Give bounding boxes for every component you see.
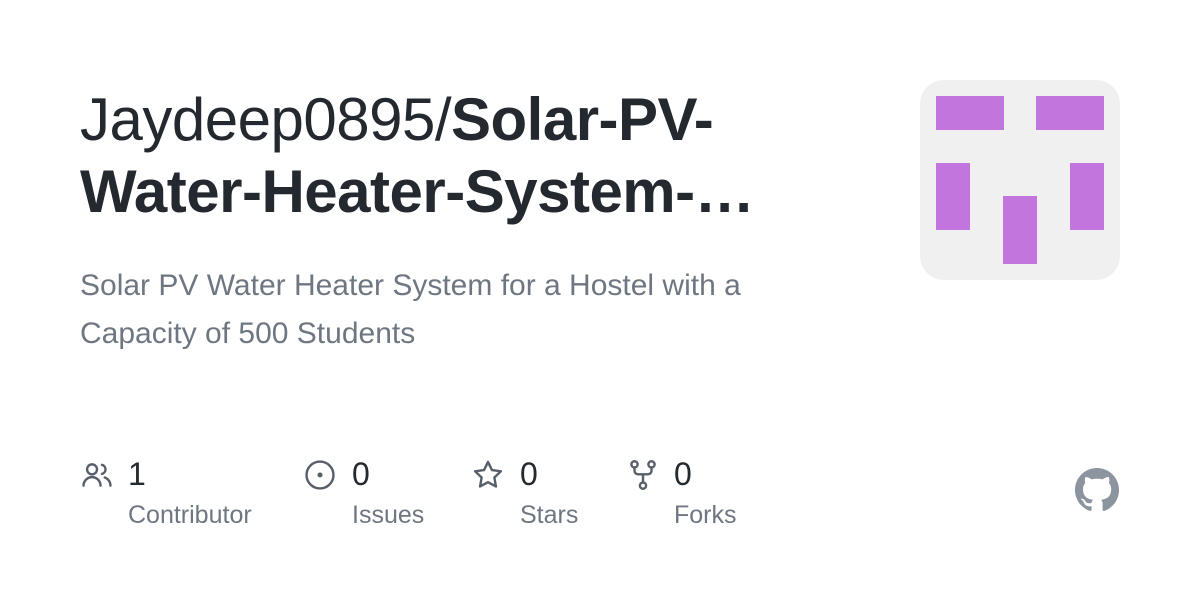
repo-title[interactable]: Jaydeep0895/Solar-PV-Water-Heater-System… xyxy=(80,84,840,228)
repo-description: Solar PV Water Heater System for a Hoste… xyxy=(80,269,741,350)
stars-label: Stars xyxy=(520,501,579,529)
people-icon xyxy=(80,458,114,492)
issues-label: Issues xyxy=(352,501,425,529)
repo-forked-icon xyxy=(626,458,660,492)
contributors-label: Contributor xyxy=(128,501,252,529)
owner-identicon-avatar xyxy=(920,80,1120,280)
repo-social-card: Jaydeep0895/Solar-PV-Water-Heater-System… xyxy=(0,0,1200,600)
github-logo-icon xyxy=(1074,467,1120,513)
star-icon xyxy=(471,458,505,492)
repo-owner[interactable]: Jaydeep0895/ xyxy=(80,86,452,153)
forks-count: 0 xyxy=(674,456,692,492)
issues-count: 0 xyxy=(352,456,370,492)
stars-count: 0 xyxy=(520,456,538,492)
contributors-count: 1 xyxy=(128,456,146,492)
forks-label: Forks xyxy=(674,501,737,529)
issue-opened-icon xyxy=(303,458,337,492)
